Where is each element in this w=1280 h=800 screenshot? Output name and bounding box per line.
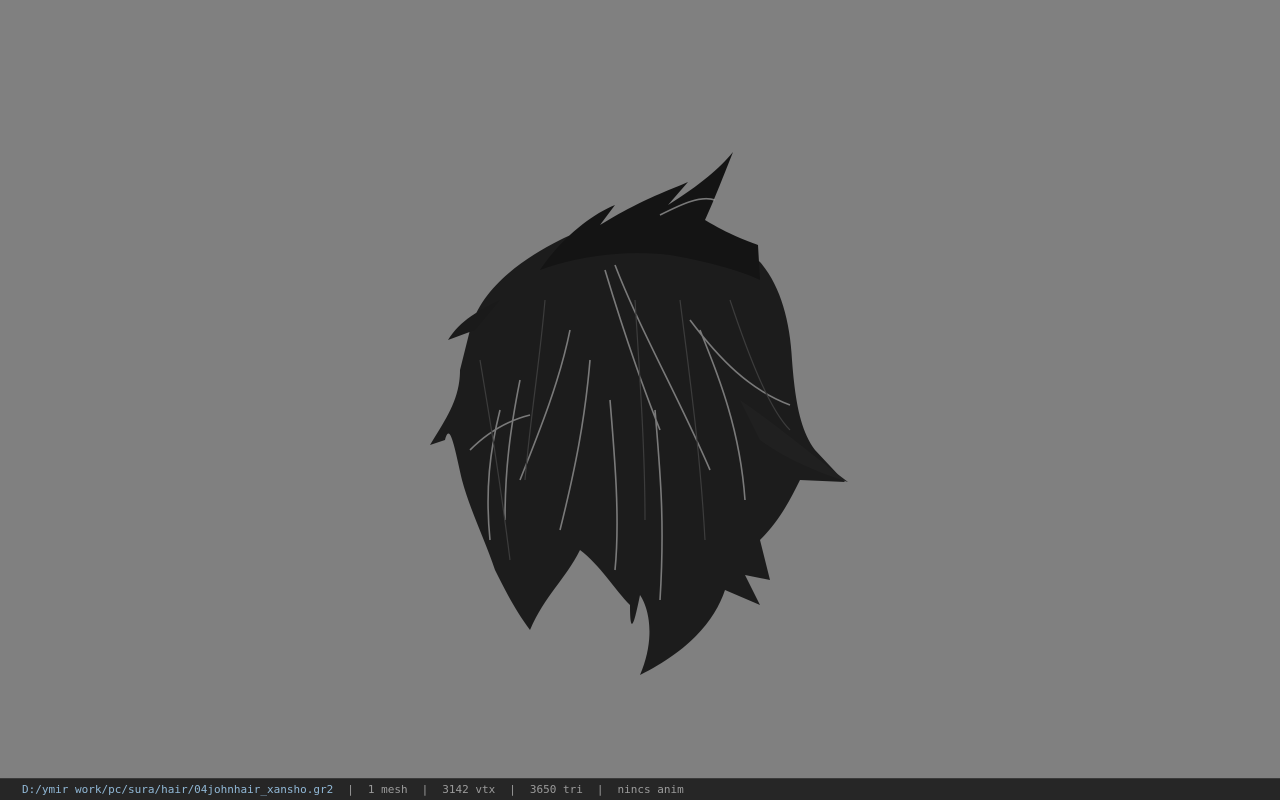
animation-status-label: nincs anim [617, 783, 684, 796]
hair-model[interactable] [0, 0, 1280, 778]
vertex-count-label: 3142 vtx [442, 783, 496, 796]
status-separator: | [509, 783, 516, 796]
status-separator: | [347, 783, 354, 796]
status-bar: D:/ymir work/pc/sura/hair/04johnhair_xan… [0, 778, 1280, 800]
3d-viewport[interactable] [0, 0, 1280, 778]
status-separator: | [596, 783, 604, 796]
mesh-count-label: 1 mesh [367, 783, 408, 796]
status-separator: | [421, 783, 429, 796]
triangle-count-label: 3650 tri [529, 783, 583, 796]
file-path-label: D:/ymir work/pc/sura/hair/04johnhair_xan… [22, 783, 334, 796]
